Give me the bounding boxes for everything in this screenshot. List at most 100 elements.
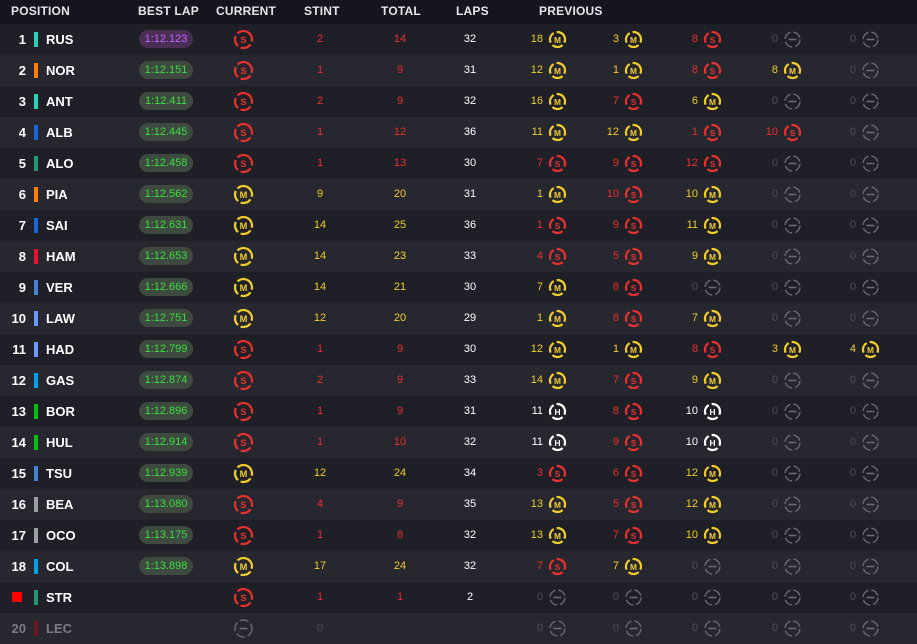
previous-stint: 0 bbox=[818, 55, 882, 86]
previous-stint: 0 bbox=[818, 148, 882, 179]
svg-text:M: M bbox=[240, 190, 248, 200]
svg-text:S: S bbox=[710, 66, 716, 76]
driver-code[interactable]: SAI bbox=[46, 210, 68, 241]
soft-tyre-icon: S bbox=[624, 464, 643, 483]
table-row[interactable]: 16 BEA 1:13.080 S 4 9 35 13 M 5 S 12 M 0 0 bbox=[0, 489, 917, 520]
table-row[interactable]: 15 TSU 1:12.939 M 12 24 34 3 S6 S 12 M00 bbox=[0, 458, 917, 489]
previous-stint: 0 bbox=[818, 520, 882, 551]
best-lap-badge: 1:12.896 bbox=[139, 402, 193, 420]
table-row[interactable]: 11 HAD 1:12.799 S 1 9 30 12 M1 M8 S3 M4 M bbox=[0, 334, 917, 365]
previous-stint: 11 H bbox=[505, 427, 569, 458]
previous-stint-laps: 7 bbox=[612, 529, 619, 541]
current-soft-tyre-icon: S bbox=[233, 432, 254, 453]
soft-tyre-icon: S bbox=[624, 92, 643, 111]
driver-code[interactable]: COL bbox=[46, 551, 73, 582]
previous-stint-laps: 1 bbox=[536, 188, 543, 200]
header-best-lap[interactable]: BEST LAP bbox=[138, 4, 199, 18]
previous-stint-laps: 0 bbox=[849, 591, 856, 603]
previous-stint-laps: 0 bbox=[691, 560, 698, 572]
stint-count: 2 bbox=[316, 33, 324, 45]
driver-code[interactable]: PIA bbox=[46, 179, 68, 210]
svg-text:S: S bbox=[710, 345, 716, 355]
previous-stint-laps: 0 bbox=[849, 498, 856, 510]
driver-code[interactable]: LEC bbox=[46, 613, 72, 644]
driver-code[interactable]: BOR bbox=[46, 396, 75, 427]
header-previous[interactable]: PREVIOUS bbox=[539, 4, 603, 18]
laps-completed: 34 bbox=[463, 467, 477, 479]
soft-tyre-icon: S bbox=[703, 340, 722, 359]
driver-code[interactable]: RUS bbox=[46, 24, 73, 55]
table-row[interactable]: STR S 1 1 2 0 0 0 0 0 bbox=[0, 582, 917, 613]
previous-stint-laps: 0 bbox=[771, 529, 778, 541]
previous-stint-laps: 1 bbox=[536, 312, 543, 324]
driver-code[interactable]: NOR bbox=[46, 55, 75, 86]
table-row[interactable]: 17 OCO 1:13.175 S 1 8 32 13 M 7 S 10 M 0 0 bbox=[0, 520, 917, 551]
driver-code[interactable]: HAM bbox=[46, 241, 76, 272]
stint-count: 14 bbox=[313, 219, 327, 231]
table-row[interactable]: 10 LAW 1:12.751 M 12 20 29 1 M 8 S 7 M 0 0 bbox=[0, 303, 917, 334]
previous-stint: 12 M bbox=[505, 55, 569, 86]
driver-code[interactable]: ALB bbox=[46, 117, 73, 148]
table-row[interactable]: 6 PIA 1:12.562 M 9 20 31 1 M 10 S 10 M00 bbox=[0, 179, 917, 210]
table-row[interactable]: 5 ALO 1:12.458 S 1 13 30 7 S9 S 12 S00 bbox=[0, 148, 917, 179]
driver-code[interactable]: BEA bbox=[46, 489, 73, 520]
previous-stint: 0 bbox=[818, 582, 882, 613]
previous-stint: 7 M bbox=[660, 303, 724, 334]
table-row[interactable]: 12 GAS 1:12.874 S 2 9 33 14 M 7 S 9 M 0 0 bbox=[0, 365, 917, 396]
current-soft-tyre-icon: S bbox=[233, 153, 254, 174]
no-tyre-icon bbox=[703, 619, 722, 638]
table-row[interactable]: 1 RUS 1:12.123 S 2 14 32 18 M3 M8 S00 bbox=[0, 24, 917, 55]
stint-count: 1 bbox=[316, 436, 324, 448]
svg-text:M: M bbox=[554, 314, 561, 324]
previous-stint: 0 bbox=[740, 86, 804, 117]
no-tyre-icon bbox=[861, 557, 880, 576]
previous-stint: 7 S bbox=[581, 86, 645, 117]
driver-code[interactable]: TSU bbox=[46, 458, 72, 489]
medium-tyre-icon: M bbox=[703, 309, 722, 328]
driver-code[interactable]: OCO bbox=[46, 520, 76, 551]
previous-stint-laps: 9 bbox=[612, 219, 619, 231]
soft-tyre-icon: S bbox=[548, 557, 567, 576]
table-row[interactable]: 3 ANT 1:12.411 S 2 9 32 16 M 7 S 6 M 0 0 bbox=[0, 86, 917, 117]
position-number: 14 bbox=[11, 435, 26, 450]
position-number: 16 bbox=[11, 497, 26, 512]
table-row[interactable]: 2 NOR 1:12.151 S 1 9 31 12 M1 M8 S8 M0 bbox=[0, 55, 917, 86]
previous-stint-laps: 8 bbox=[612, 405, 619, 417]
driver-code[interactable]: HAD bbox=[46, 334, 74, 365]
driver-code[interactable]: GAS bbox=[46, 365, 74, 396]
table-row[interactable]: 14 HUL 1:12.914 S 1 10 32 11 H 9 S 10 H 0 0 bbox=[0, 427, 917, 458]
no-tyre-icon bbox=[861, 526, 880, 545]
svg-text:S: S bbox=[240, 159, 246, 169]
header-current[interactable]: CURRENT bbox=[216, 4, 276, 18]
table-row[interactable]: 9 VER 1:12.666 M 14 21 30 7 M 8 S 0 0 0 bbox=[0, 272, 917, 303]
driver-code[interactable]: LAW bbox=[46, 303, 75, 334]
driver-code[interactable]: ANT bbox=[46, 86, 73, 117]
svg-text:M: M bbox=[709, 190, 716, 200]
driver-code[interactable]: ALO bbox=[46, 148, 73, 179]
header-laps[interactable]: LAPS bbox=[456, 4, 489, 18]
table-row[interactable]: 20 LEC 0 0 0 0 0 0 bbox=[0, 613, 917, 644]
table-row[interactable]: 13 BOR 1:12.896 S 1 9 31 11 H 8 S 10 H 0 0 bbox=[0, 396, 917, 427]
team-color-bar bbox=[34, 342, 38, 357]
previous-stint-laps: 0 bbox=[691, 281, 698, 293]
stint-count: 17 bbox=[313, 560, 327, 572]
total-laps-on-set: 8 bbox=[396, 529, 404, 541]
header-total[interactable]: TOTAL bbox=[381, 4, 421, 18]
table-row[interactable]: 8 HAM 1:12.653 M 14 23 33 4 S5 S9 M00 bbox=[0, 241, 917, 272]
driver-code[interactable]: STR bbox=[46, 582, 72, 613]
position-number: 12 bbox=[11, 373, 26, 388]
no-tyre-icon bbox=[861, 278, 880, 297]
svg-text:M: M bbox=[709, 531, 716, 541]
table-row[interactable]: 7 SAI 1:12.631 M 14 25 36 1 S9 S 11 M00 bbox=[0, 210, 917, 241]
driver-code[interactable]: VER bbox=[46, 272, 73, 303]
header-stint[interactable]: STINT bbox=[304, 4, 340, 18]
table-row[interactable]: 4 ALB 1:12.445 S 1 12 36 11 M 12 M1 S 10 S0 bbox=[0, 117, 917, 148]
team-color-bar bbox=[34, 621, 38, 636]
header-position[interactable]: POSITION bbox=[11, 4, 70, 18]
driver-code[interactable]: HUL bbox=[46, 427, 73, 458]
previous-stint-laps: 0 bbox=[849, 281, 856, 293]
no-tyre-icon bbox=[783, 557, 802, 576]
table-row[interactable]: 18 COL 1:13.898 M 17 24 32 7 S7 M000 bbox=[0, 551, 917, 582]
previous-stint: 18 M bbox=[505, 24, 569, 55]
previous-stint: 8 M bbox=[740, 55, 804, 86]
